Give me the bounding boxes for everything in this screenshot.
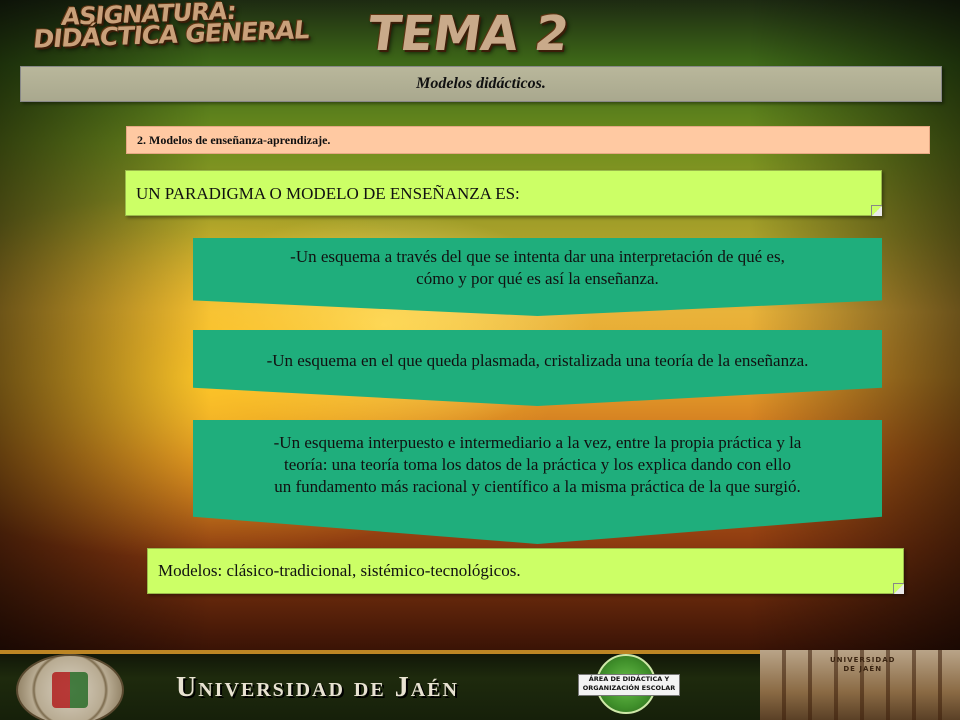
section-title: 2. Modelos de enseñanza-aprendizaje. xyxy=(137,133,331,147)
modelos-text: Modelos: clásico-tradicional, sistémico-… xyxy=(158,561,521,580)
building-sign: UNIVERSIDAD DE JAÉN xyxy=(830,656,895,674)
department-line-1: ÁREA DE DIDÁCTICA Y xyxy=(588,675,670,683)
paradigm-text: UN PARADIGMA O MODELO DE ENSEÑANZA ES: xyxy=(136,184,520,203)
university-name: Universidad de Jaén xyxy=(176,672,459,703)
section-bar: 2. Modelos de enseñanza-aprendizaje. xyxy=(126,126,930,154)
department-label: ÁREA DE DIDÁCTICA Y ORGANIZACIÓN ESCOLAR xyxy=(578,674,680,696)
footer-banner: Universidad de Jaén ÁREA DE DIDÁCTICA Y … xyxy=(0,650,960,720)
paradigm-box: UN PARADIGMA O MODELO DE ENSEÑANZA ES: xyxy=(125,170,882,216)
department-line-2: ORGANIZACIÓN ESCOLAR xyxy=(582,684,676,692)
university-seal-icon xyxy=(16,654,124,720)
definition-3-line-2: teoría: una teoría toma los datos de la … xyxy=(284,455,791,474)
slide-title-bar: Modelos didácticos. xyxy=(20,66,942,102)
tema-title: TEMA 2 xyxy=(364,6,573,62)
building-sign-line-2: DE JAÉN xyxy=(843,665,883,673)
building-sign-line-1: UNIVERSIDAD xyxy=(830,656,896,664)
slide-title: Modelos didácticos. xyxy=(416,75,546,92)
definition-1-line-1: -Un esquema a través del que se intenta … xyxy=(290,247,785,266)
definition-3-line-3: un fundamento más racional y científico … xyxy=(274,477,801,496)
definition-1-line-2: cómo y por qué es así la enseñanza. xyxy=(416,269,659,288)
definition-3-line-1: -Un esquema interpuesto e intermediario … xyxy=(273,433,802,452)
definition-2-line-1: -Un esquema en el que queda plasmada, cr… xyxy=(266,351,809,370)
definition-box-1: -Un esquema a través del que se intenta … xyxy=(193,238,882,316)
modelos-box: Modelos: clásico-tradicional, sistémico-… xyxy=(147,548,904,594)
university-building-image: UNIVERSIDAD DE JAÉN xyxy=(760,650,960,720)
